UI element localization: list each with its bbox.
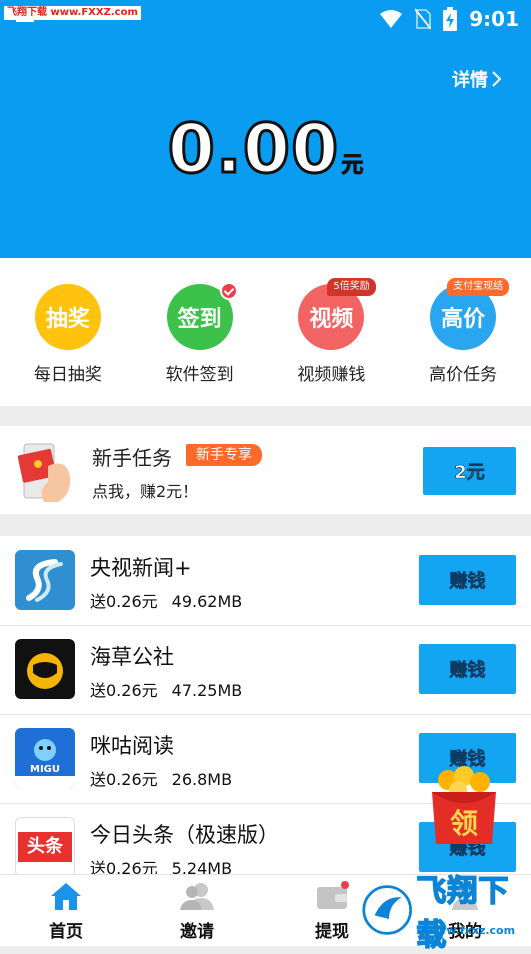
details-label: 详情 xyxy=(452,70,488,91)
clock: 9:01 xyxy=(469,7,519,31)
earn-button[interactable]: 赚钱 xyxy=(419,644,516,694)
lottery-icon: 抽奖 xyxy=(34,284,101,350)
newbie-subtitle: 点我，赚2元！ xyxy=(92,482,199,501)
toutiao-icon-text: 头条 xyxy=(18,832,72,862)
migu-icon-text: MIGU xyxy=(30,764,60,775)
feature-checkin[interactable]: 签到 软件签到 xyxy=(140,258,260,406)
battery-charging-icon xyxy=(443,7,458,31)
feature-label: 高价任务 xyxy=(429,365,498,385)
balance-unit: 元 xyxy=(341,153,364,179)
nav-home[interactable]: 首页 xyxy=(26,881,106,942)
bonus-ribbon: 5倍奖励 xyxy=(327,278,376,296)
watermark-bird-icon xyxy=(362,885,412,935)
menu-icon[interactable] xyxy=(16,20,34,34)
balance-value: 0.00 xyxy=(166,109,340,191)
feature-grid: 抽奖 每日抽奖 签到 软件签到 视频 5倍奖励 视频赚钱 高价 支付宝现结 高价… xyxy=(0,258,531,406)
wifi-icon xyxy=(380,10,403,28)
nav-withdraw[interactable]: 提现 xyxy=(292,881,372,942)
watermark-label: 飞翔下载 www.FXXZ.com xyxy=(4,6,141,20)
newbie-tag: 新手专享 xyxy=(186,444,262,466)
details-link[interactable]: 详情 xyxy=(452,66,501,92)
watermark-logo: 飞翔下载 www.fxxz.com xyxy=(362,873,528,954)
app-name: 央视新闻+ xyxy=(90,556,192,580)
app-name: 今日头条（极速版） xyxy=(90,823,279,847)
watermark-text: 飞翔下载 xyxy=(416,873,510,954)
balance-header: 飞翔下载 www.FXXZ.com 9:01 详情 0.00元 xyxy=(0,0,531,258)
chevron-right-icon xyxy=(492,71,501,87)
no-sim-icon xyxy=(415,8,432,30)
nav-label: 提现 xyxy=(315,922,349,942)
floating-red-envelope[interactable]: 领 xyxy=(428,766,500,846)
migu-app-icon: MIGU xyxy=(15,728,75,788)
nav-invite[interactable]: 邀请 xyxy=(157,881,237,942)
newbie-title: 新手任务 xyxy=(92,446,172,470)
cctv-news-app-icon xyxy=(15,550,75,610)
app-name: 海草公社 xyxy=(90,645,174,669)
feature-label: 软件签到 xyxy=(165,365,234,385)
app-row[interactable]: 海草公社 送0.26元 47.25MB 赚钱 xyxy=(0,625,531,715)
app-size: 5.24MB xyxy=(171,859,233,874)
watermark-url: www.fxxz.com xyxy=(426,924,516,937)
claim-label: 领 xyxy=(449,807,478,840)
app-reward: 送0.26元 xyxy=(90,592,158,611)
app-reward: 送0.26元 xyxy=(90,770,158,789)
app-size: 49.62MB xyxy=(171,592,243,611)
alipay-ribbon: 支付宝现结 xyxy=(447,278,510,296)
nav-label: 邀请 xyxy=(180,922,214,942)
app-size: 47.25MB xyxy=(171,681,243,700)
status-bar: 飞翔下载 www.FXXZ.com 9:01 xyxy=(0,0,531,36)
app-size: 26.8MB xyxy=(171,770,233,789)
balance-display: 0.00元 xyxy=(0,109,531,191)
haicao-app-icon xyxy=(15,639,75,699)
app-name: 咪咕阅读 xyxy=(90,734,174,758)
app-row[interactable]: 央视新闻+ 送0.26元 49.62MB 赚钱 xyxy=(0,536,531,626)
home-icon xyxy=(51,883,81,910)
wallet-icon xyxy=(317,881,349,909)
app-reward: 送0.26元 xyxy=(90,859,158,874)
feature-lottery[interactable]: 抽奖 每日抽奖 xyxy=(8,258,128,406)
toutiao-app-icon: 头条 xyxy=(15,817,75,874)
newbie-reward-button[interactable]: 2元 xyxy=(423,447,516,495)
users-icon xyxy=(180,883,214,910)
nav-label: 首页 xyxy=(49,922,83,942)
feature-premium-task[interactable]: 高价 支付宝现结 高价任务 xyxy=(403,258,523,406)
checkmark-badge-icon xyxy=(219,282,238,300)
feature-label: 视频赚钱 xyxy=(297,365,366,385)
feature-label: 每日抽奖 xyxy=(33,365,102,385)
red-envelope-phone-icon xyxy=(18,443,71,502)
feature-video[interactable]: 视频 5倍奖励 视频赚钱 xyxy=(271,258,391,406)
newbie-task-card[interactable]: 新手任务 新手专享 点我，赚2元！ 2元 xyxy=(0,426,531,514)
app-reward: 送0.26元 xyxy=(90,681,158,700)
earn-button[interactable]: 赚钱 xyxy=(419,555,516,605)
